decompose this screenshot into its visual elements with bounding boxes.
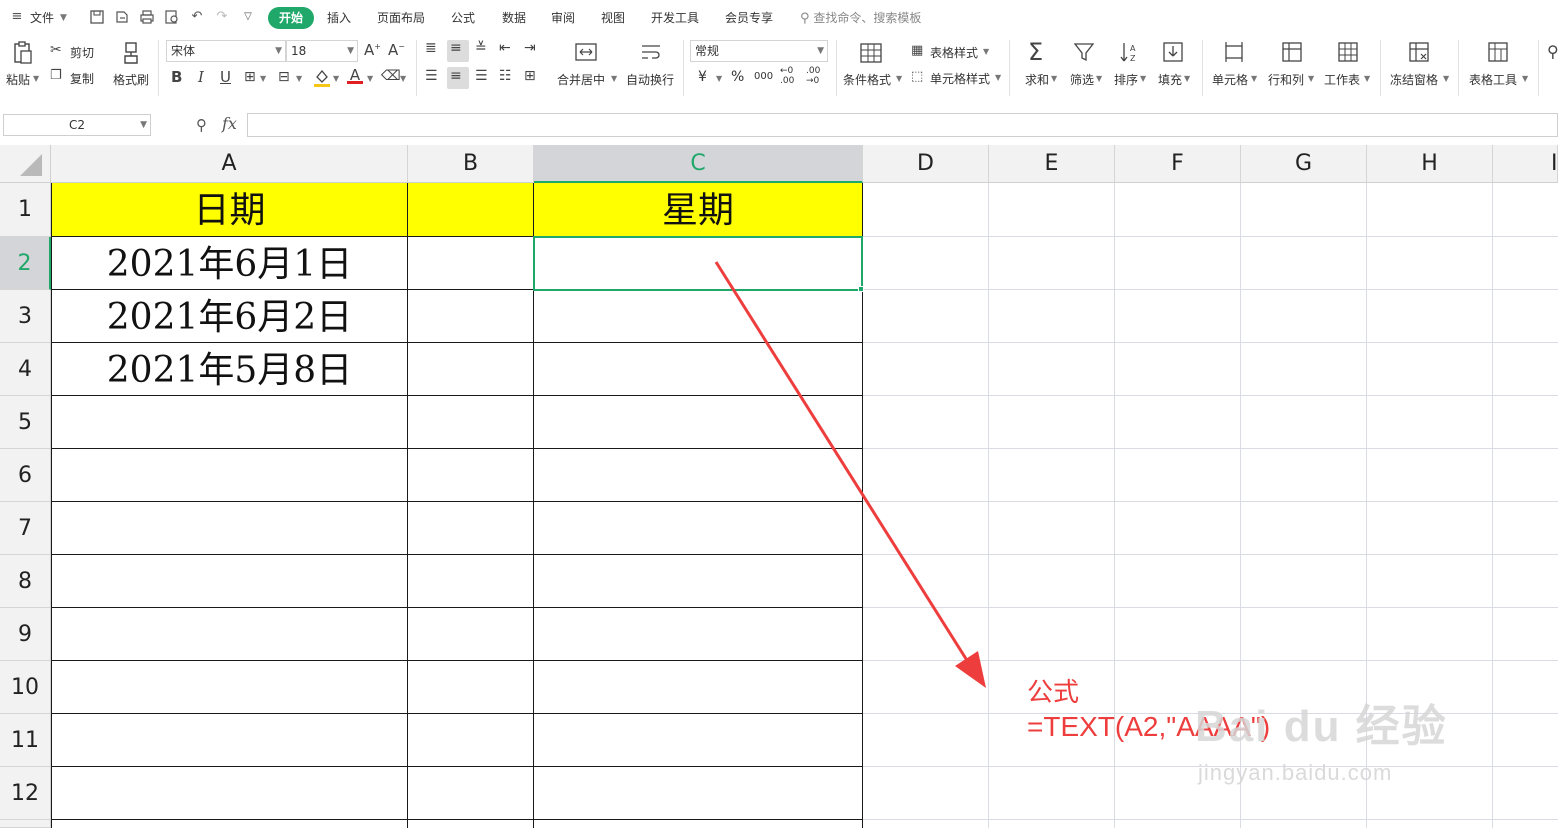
annotation-title: 公式: [1027, 677, 1080, 707]
baidu-watermark: Bai du 经验: [1195, 702, 1448, 751]
watermark-url: jingyan.baidu.com: [1198, 760, 1393, 785]
spreadsheet-app: ≡ 文件 ▼ ↶ ↷ ▽ 开始 插入 页面布局 公式 数据 审阅 视图 开发工具…: [0, 0, 1558, 828]
